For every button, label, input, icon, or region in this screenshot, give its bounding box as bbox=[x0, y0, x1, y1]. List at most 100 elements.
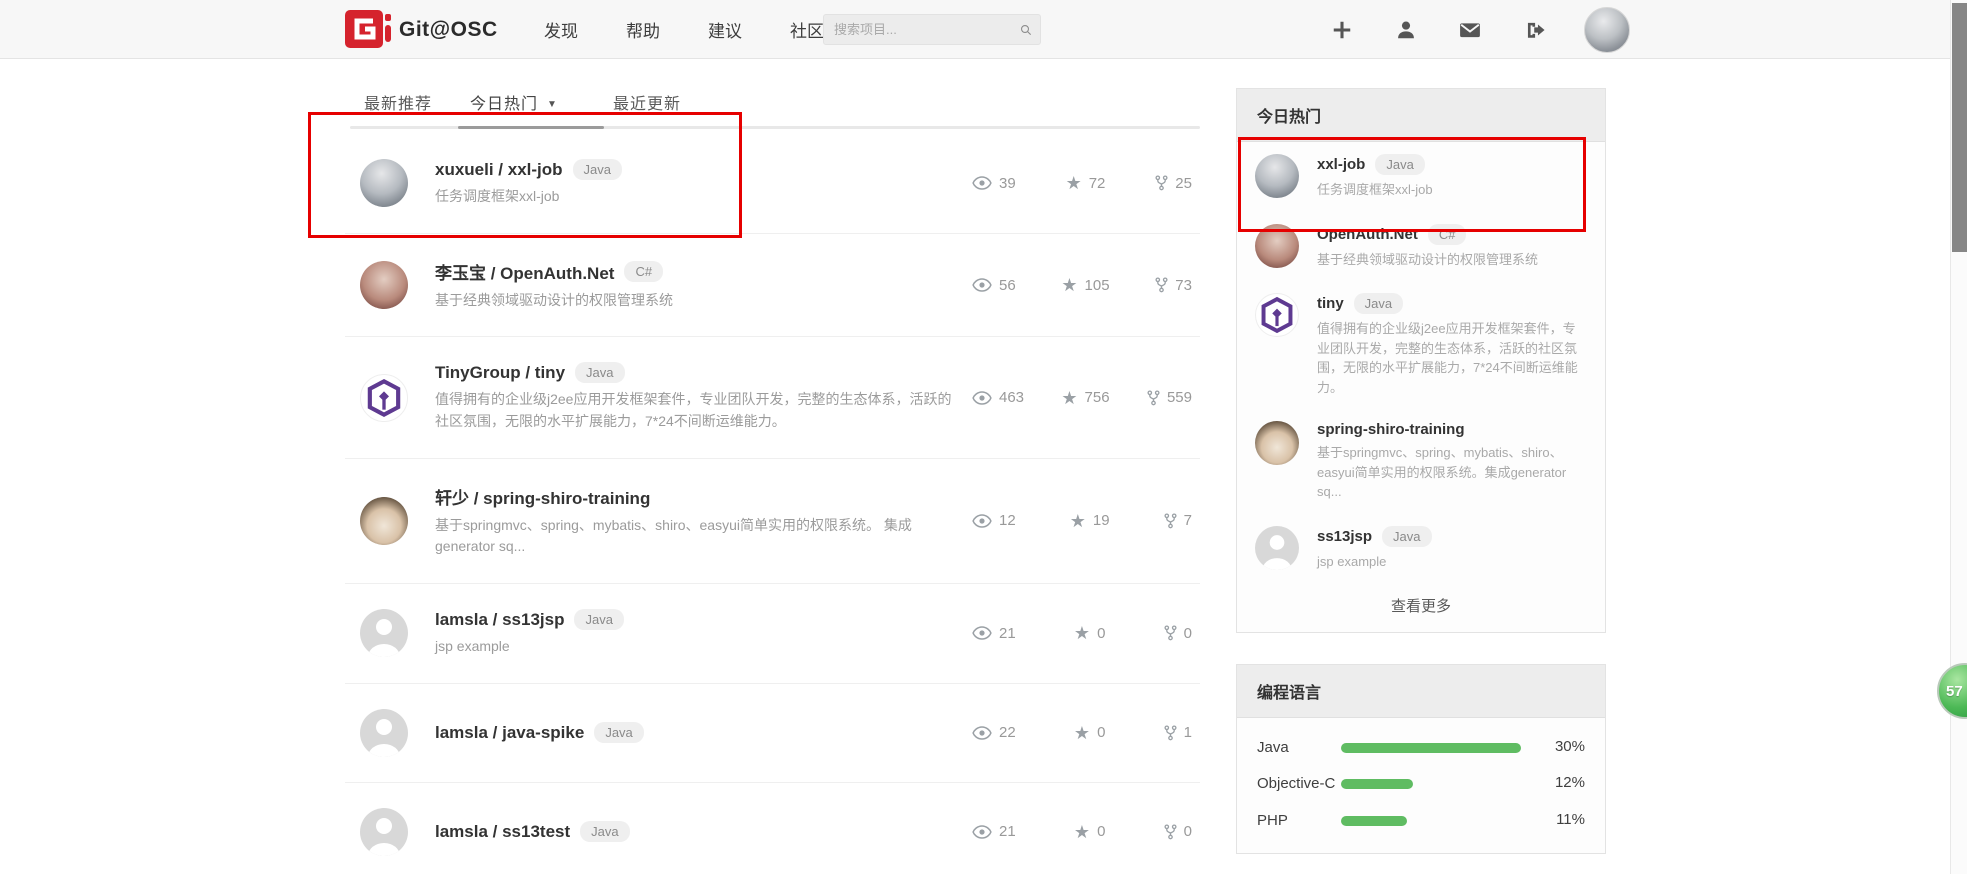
user-icon[interactable] bbox=[1395, 19, 1417, 41]
fork-count: 7 bbox=[1164, 512, 1192, 529]
hot-item-openauth[interactable]: OpenAuth.Net C# 基于经典领域驱动设计的权限管理系统 bbox=[1237, 212, 1605, 282]
star-count: ★0 bbox=[1074, 624, 1105, 642]
nav-item-discover[interactable]: 发现 bbox=[544, 17, 578, 42]
star-count: ★105 bbox=[1061, 276, 1109, 294]
mail-icon[interactable] bbox=[1459, 19, 1481, 41]
nav-item-community[interactable]: 社区 bbox=[790, 17, 824, 42]
fork-icon bbox=[1164, 824, 1177, 840]
tab-today-hot-label: 今日热门 bbox=[470, 96, 538, 113]
star-icon: ★ bbox=[1070, 512, 1086, 530]
watch-count: 463 bbox=[972, 389, 1024, 406]
repo-title[interactable]: lamsla / java-spike bbox=[435, 723, 584, 743]
page: Git@OSC 发现 帮助 建议 社区 bbox=[0, 0, 1967, 874]
main-content: 最新推荐 今日热门 ▼ 最近更新 xuxueli / xxl-job Java 任… bbox=[345, 59, 1200, 874]
hot-item-tiny[interactable]: tiny Java 值得拥有的企业级j2ee应用开发框架套件，专业团队开发，完整… bbox=[1237, 281, 1605, 409]
hot-item-spring-shiro-training[interactable]: spring-shiro-training 基于springmvc、spring… bbox=[1237, 409, 1605, 514]
avatar[interactable] bbox=[1255, 526, 1299, 570]
view-more-link[interactable]: 查看更多 bbox=[1237, 583, 1605, 632]
repo-title[interactable]: TinyGroup / tiny bbox=[435, 363, 565, 383]
default-avatar-icon bbox=[360, 709, 408, 757]
watch-icon bbox=[972, 176, 992, 190]
default-avatar-icon bbox=[1255, 526, 1299, 570]
fork-count: 0 bbox=[1164, 625, 1192, 642]
tab-newest[interactable]: 最新推荐 bbox=[364, 90, 432, 114]
repo-description: 基于springmvc、spring、mybatis、shiro、easyui简… bbox=[435, 515, 952, 558]
repo-row-spring-shiro-training[interactable]: 轩少 / spring-shiro-training 基于springmvc、s… bbox=[345, 458, 1200, 583]
search-input[interactable] bbox=[824, 22, 1020, 37]
star-icon: ★ bbox=[1074, 624, 1090, 642]
fork-icon bbox=[1155, 277, 1168, 293]
repo-stats: 22 ★0 1 bbox=[972, 724, 1200, 742]
default-avatar-icon bbox=[360, 609, 408, 657]
repo-title[interactable]: lamsla / ss13jsp bbox=[435, 610, 564, 630]
repo-row-tiny[interactable]: TinyGroup / tiny Java 值得拥有的企业级j2ee应用开发框架… bbox=[345, 336, 1200, 457]
repo-title[interactable]: lamsla / ss13test bbox=[435, 822, 570, 842]
repo-title[interactable]: 李玉宝 / OpenAuth.Net bbox=[435, 259, 614, 284]
language-bar bbox=[1341, 816, 1407, 826]
nav-item-help[interactable]: 帮助 bbox=[626, 17, 660, 42]
fork-count: 25 bbox=[1155, 175, 1192, 192]
avatar[interactable] bbox=[1255, 154, 1299, 198]
tab-today-hot[interactable]: 今日热门 ▼ bbox=[470, 90, 558, 114]
user-avatar[interactable] bbox=[1584, 7, 1630, 53]
nav-item-suggest[interactable]: 建议 bbox=[708, 17, 742, 42]
hot-item-title[interactable]: ss13jsp bbox=[1317, 528, 1372, 545]
floating-badge[interactable]: 57 bbox=[1937, 663, 1967, 719]
repo-title[interactable]: 轩少 / spring-shiro-training bbox=[435, 484, 650, 509]
fork-count: 0 bbox=[1164, 823, 1192, 840]
avatar[interactable] bbox=[360, 609, 408, 657]
language-badge: Java bbox=[574, 609, 623, 630]
language-percent: 12% bbox=[1539, 774, 1585, 791]
star-icon: ★ bbox=[1061, 276, 1077, 294]
hot-item-title[interactable]: tiny bbox=[1317, 295, 1344, 312]
hot-item-title[interactable]: spring-shiro-training bbox=[1317, 421, 1465, 438]
chevron-down-icon: ▼ bbox=[547, 99, 558, 110]
hot-item-title[interactable]: xxl-job bbox=[1317, 156, 1365, 173]
watch-icon bbox=[972, 726, 992, 740]
languages-panel: 编程语言 Java 30% Objective-C 12% PHP 11% bbox=[1236, 664, 1606, 854]
avatar[interactable] bbox=[1255, 224, 1299, 268]
logout-icon[interactable] bbox=[1523, 19, 1545, 41]
scrollbar-thumb[interactable] bbox=[1952, 3, 1967, 252]
fork-icon bbox=[1155, 175, 1168, 191]
avatar[interactable] bbox=[1255, 293, 1299, 337]
hot-item-xxl-job[interactable]: xxl-job Java 任务调度框架xxl-job bbox=[1237, 142, 1605, 212]
repo-row-ss13test[interactable]: lamsla / ss13test Java 21 ★0 0 bbox=[345, 782, 1200, 874]
language-badge: Java bbox=[1382, 526, 1431, 547]
avatar[interactable] bbox=[360, 709, 408, 757]
hot-item-ss13jsp[interactable]: ss13jsp Java jsp example bbox=[1237, 514, 1605, 584]
tab-bar: 最新推荐 今日热门 ▼ 最近更新 bbox=[345, 59, 1200, 134]
tab-underline-active bbox=[458, 126, 604, 129]
repo-row-xxl-job[interactable]: xuxueli / xxl-job Java 任务调度框架xxl-job 39 … bbox=[345, 134, 1200, 233]
fork-count: 73 bbox=[1155, 277, 1192, 294]
language-name: Objective-C bbox=[1257, 774, 1341, 794]
search-box bbox=[823, 14, 1041, 45]
avatar[interactable] bbox=[360, 159, 408, 207]
language-badge: Java bbox=[594, 722, 643, 743]
default-avatar-icon bbox=[360, 808, 408, 856]
star-icon: ★ bbox=[1074, 724, 1090, 742]
avatar[interactable] bbox=[360, 261, 408, 309]
tiny-logo-icon bbox=[364, 378, 404, 418]
plus-icon[interactable] bbox=[1331, 19, 1353, 41]
tab-recent-updates[interactable]: 最近更新 bbox=[613, 90, 681, 114]
language-bar bbox=[1341, 779, 1413, 789]
fork-count: 1 bbox=[1164, 724, 1192, 741]
repo-stats: 12 ★19 7 bbox=[972, 512, 1200, 530]
avatar[interactable] bbox=[360, 497, 408, 545]
avatar[interactable] bbox=[360, 808, 408, 856]
avatar[interactable] bbox=[1255, 421, 1299, 465]
hot-item-title[interactable]: OpenAuth.Net bbox=[1317, 226, 1418, 243]
scrollbar[interactable] bbox=[1950, 0, 1967, 874]
repo-row-ss13jsp[interactable]: lamsla / ss13jsp Java jsp example 21 ★0 … bbox=[345, 583, 1200, 683]
avatar[interactable] bbox=[360, 374, 408, 422]
language-row-objective-c: Objective-C 12% bbox=[1257, 766, 1585, 802]
fork-icon bbox=[1164, 513, 1177, 529]
site-logo[interactable]: Git@OSC bbox=[345, 10, 498, 50]
language-badge: Java bbox=[573, 159, 622, 180]
repo-row-java-spike[interactable]: lamsla / java-spike Java 22 ★0 1 bbox=[345, 683, 1200, 782]
repo-title[interactable]: xuxueli / xxl-job bbox=[435, 160, 563, 180]
star-count: ★19 bbox=[1070, 512, 1110, 530]
repo-row-openauth[interactable]: 李玉宝 / OpenAuth.Net C# 基于经典领域驱动设计的权限管理系统 … bbox=[345, 233, 1200, 337]
search-icon[interactable] bbox=[1020, 21, 1032, 39]
